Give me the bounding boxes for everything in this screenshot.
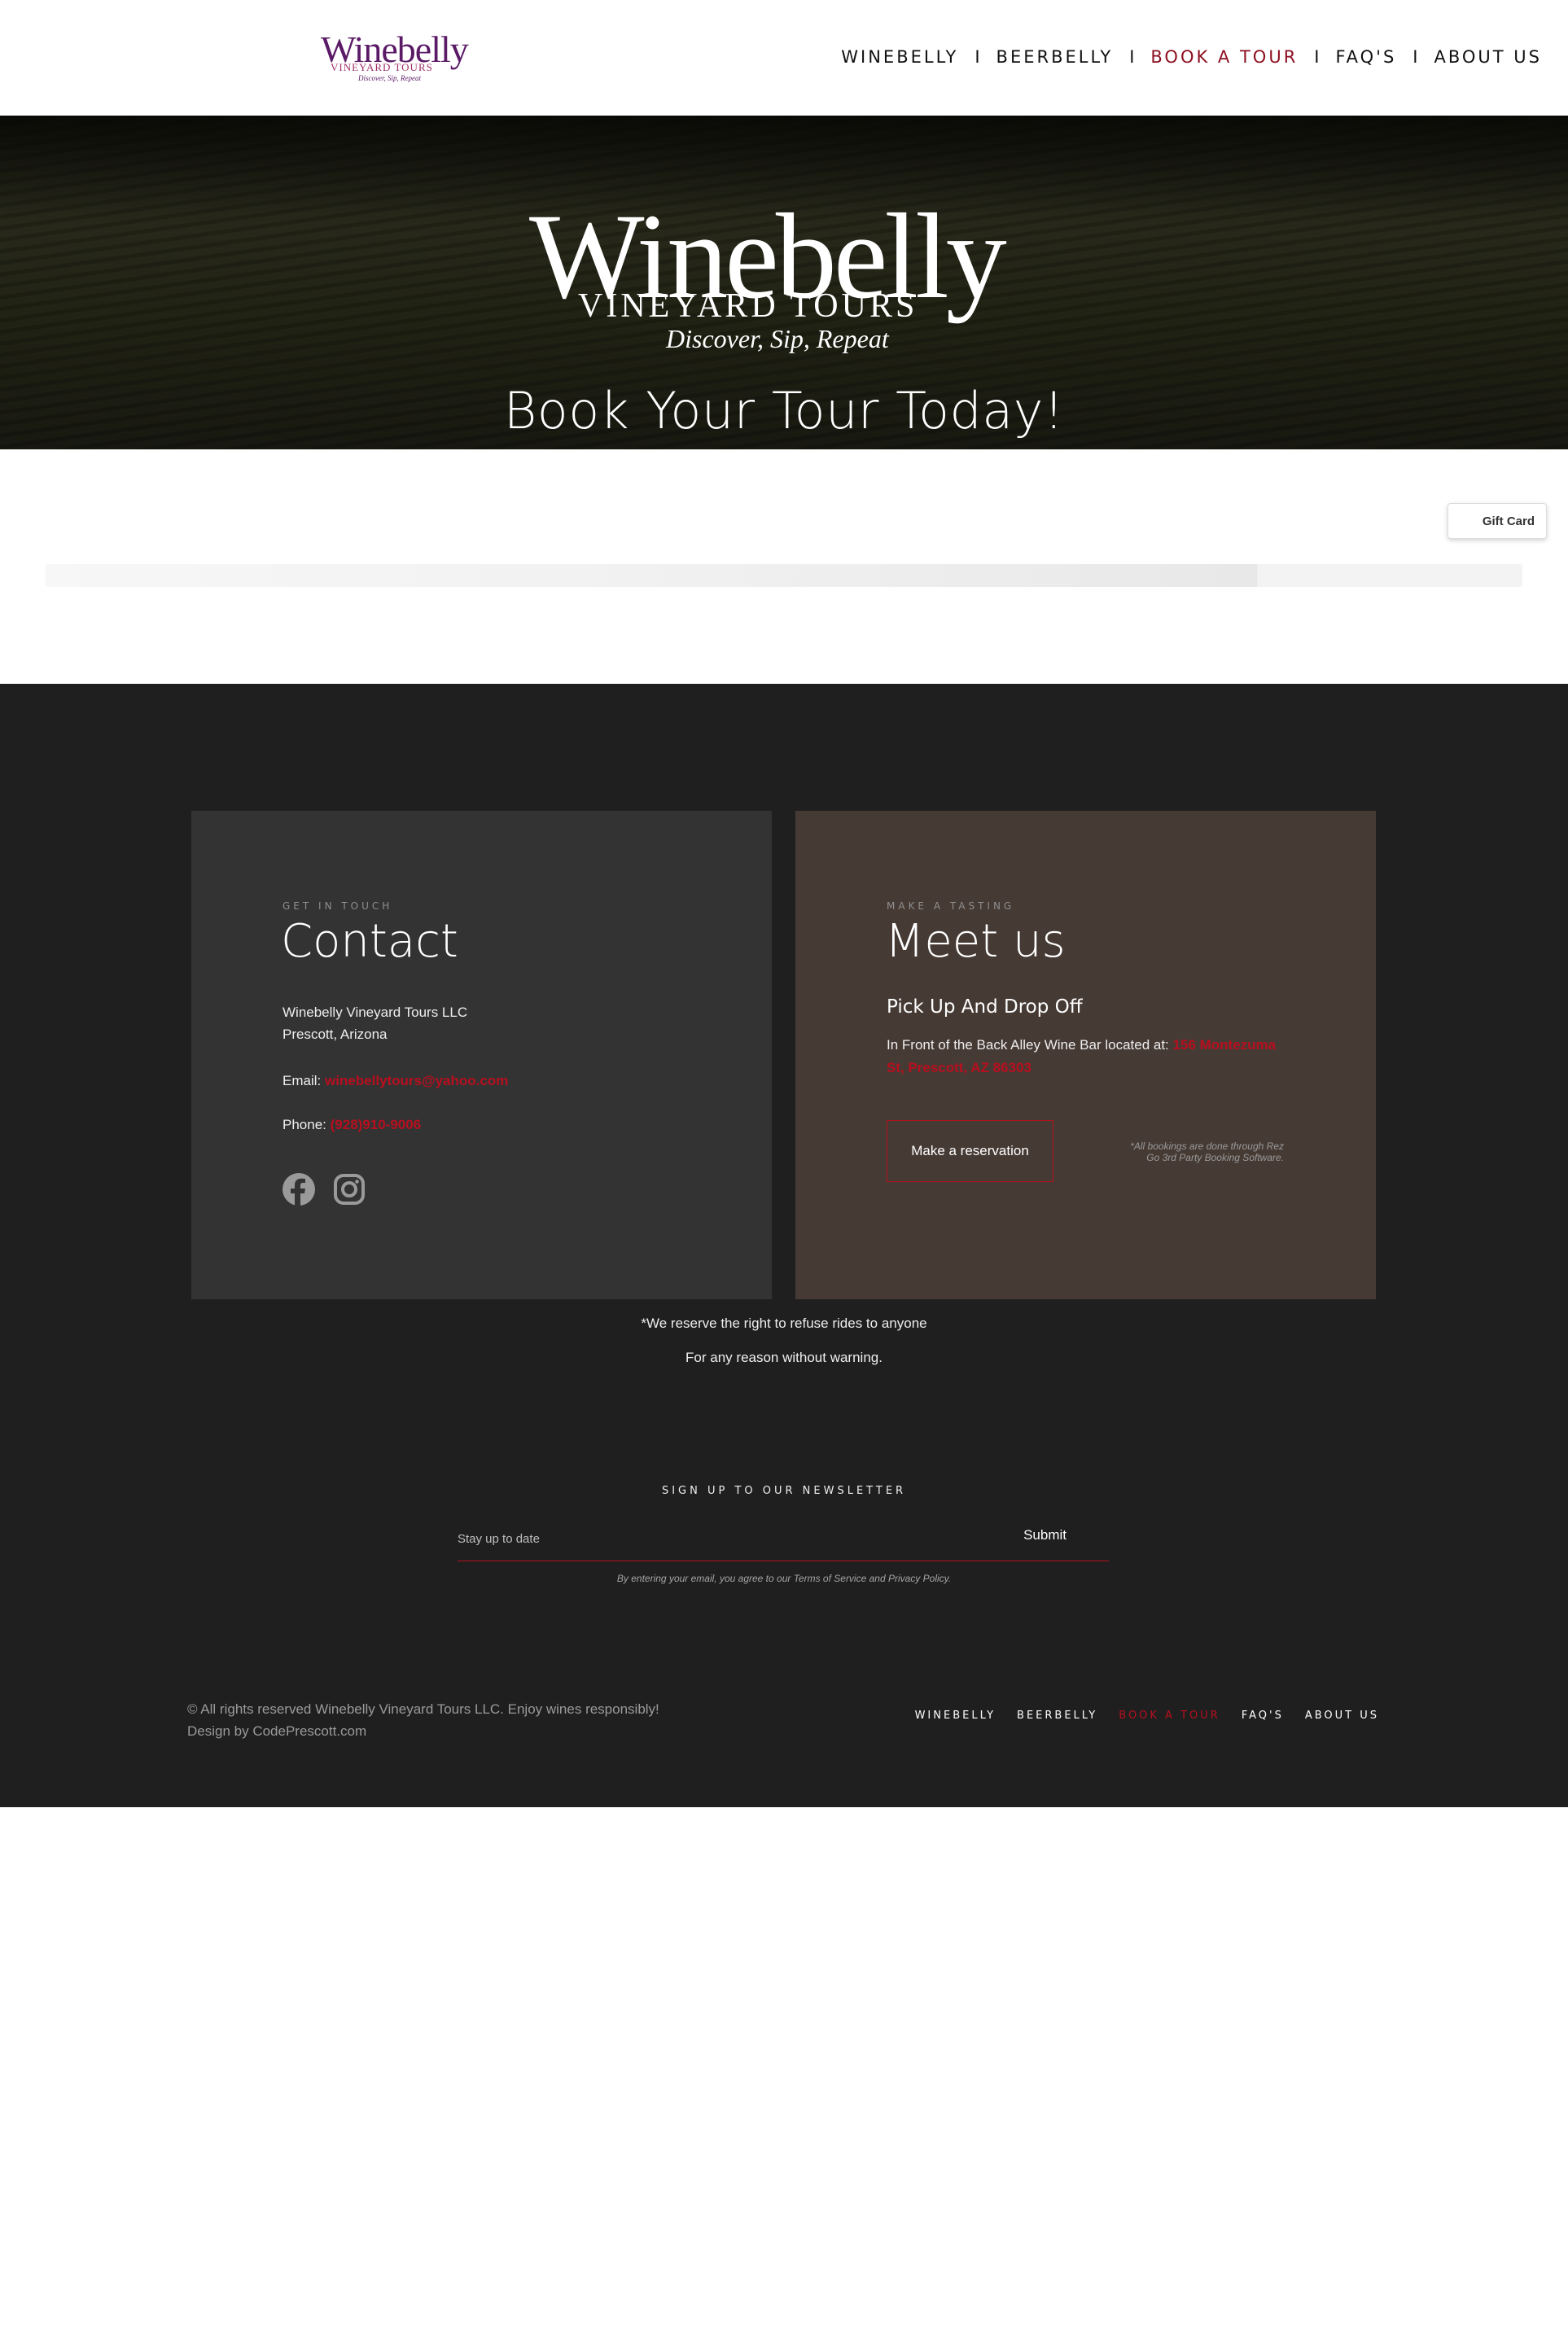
contact-eyebrow: GET IN TOUCH	[283, 900, 393, 912]
nav-beerbelly[interactable]: BEERBELLY	[996, 47, 1114, 67]
nav-separator: I	[1129, 47, 1135, 67]
hero-logo: Winebelly VINEYARD TOURS Discover, Sip, …	[529, 195, 1042, 358]
copyright-text: © All rights reserved Winebelly Vineyard…	[187, 1701, 659, 1717]
meet-eyebrow: MAKE A TASTING	[887, 900, 1015, 912]
pickup-text: In Front of the Back Alley Wine Bar loca…	[887, 1034, 1294, 1079]
company-location: Prescott, Arizona	[283, 1027, 388, 1042]
footer-nav-book-a-tour[interactable]: BOOK A TOUR	[1119, 1710, 1220, 1722]
nav-book-a-tour[interactable]: BOOK A TOUR	[1150, 47, 1298, 67]
facebook-icon[interactable]	[283, 1173, 315, 1206]
hero-banner: Winebelly VINEYARD TOURS Discover, Sip, …	[0, 116, 1568, 449]
email-link[interactable]: winebellytours@yahoo.com	[325, 1073, 508, 1088]
nav-separator: I	[1413, 47, 1418, 67]
logo-sub-text: VINEYARD TOURS	[331, 61, 433, 73]
contact-address: Winebelly Vineyard Tours LLC Prescott, A…	[283, 1001, 467, 1045]
pickup-description: In Front of the Back Alley Wine Bar loca…	[887, 1037, 1169, 1053]
contact-card: GET IN TOUCH Contact Winebelly Vineyard …	[191, 811, 772, 1299]
refuse-notice-line2: For any reason without warning.	[685, 1350, 883, 1365]
social-links	[283, 1173, 366, 1206]
make-reservation-button[interactable]: Make a reservation	[887, 1120, 1053, 1182]
footer-nav-faqs[interactable]: FAQ'S	[1242, 1710, 1284, 1722]
footer-nav-about-us[interactable]: ABOUT US	[1305, 1710, 1379, 1722]
phone-label: Phone:	[283, 1117, 326, 1132]
footer-section: GET IN TOUCH Contact Winebelly Vineyard …	[0, 684, 1568, 1807]
contact-title: Contact	[281, 915, 458, 968]
nav-winebelly[interactable]: WINEBELLY	[841, 47, 958, 67]
newsletter-email-input[interactable]	[458, 1522, 946, 1555]
nav-separator: I	[975, 47, 980, 67]
design-credit[interactable]: Design by CodePrescott.com	[187, 1720, 659, 1742]
phone-link[interactable]: (928)910-9006	[331, 1117, 422, 1132]
contact-phone: Phone: (928)910-9006	[283, 1117, 421, 1133]
booking-note: *All bookings are done through Rez Go 3r…	[1130, 1140, 1284, 1163]
meet-title: Meet us	[885, 915, 1066, 968]
newsletter-form: Submit	[458, 1522, 1109, 1561]
nav-faqs[interactable]: FAQ'S	[1336, 47, 1397, 67]
nav-separator: I	[1314, 47, 1320, 67]
meet-card: MAKE A TASTING Meet us Pick Up And Drop …	[795, 811, 1376, 1299]
footer-nav-winebelly[interactable]: WINEBELLY	[915, 1710, 996, 1722]
copyright-block: © All rights reserved Winebelly Vineyard…	[187, 1698, 659, 1742]
hero-logo-sub: VINEYARD TOURS	[578, 287, 918, 325]
gift-card-button[interactable]: Gift Card	[1448, 503, 1547, 539]
main-nav: WINEBELLY I BEERBELLY I BOOK A TOUR I FA…	[841, 47, 1542, 67]
newsletter-label: SIGN UP TO OUR NEWSLETTER	[661, 1485, 907, 1497]
refuse-notice-line1: *We reserve the right to refuse rides to…	[641, 1316, 927, 1331]
site-header: Winebelly VINEYARD TOURS Discover, Sip, …	[0, 0, 1568, 116]
booking-widget-loader	[46, 564, 1522, 587]
site-logo[interactable]: Winebelly VINEYARD TOURS Discover, Sip, …	[318, 28, 469, 85]
pickup-heading: Pick Up And Drop Off	[887, 996, 1083, 1018]
footer-nav: WINEBELLY BEERBELLY BOOK A TOUR FAQ'S AB…	[915, 1710, 1379, 1722]
newsletter-terms: By entering your email, you agree to our…	[616, 1573, 952, 1584]
newsletter-submit-button[interactable]: Submit	[1023, 1527, 1067, 1543]
company-name: Winebelly Vineyard Tours LLC	[283, 1005, 468, 1020]
instagram-icon[interactable]	[333, 1173, 366, 1206]
email-label: Email:	[283, 1073, 322, 1088]
hero-title: Book Your Tour Today!	[503, 381, 1065, 440]
logo-tagline: Discover, Sip, Repeat	[358, 74, 421, 82]
nav-about-us[interactable]: ABOUT US	[1434, 47, 1542, 67]
contact-email: Email: winebellytours@yahoo.com	[283, 1073, 508, 1089]
footer-nav-beerbelly[interactable]: BEERBELLY	[1017, 1710, 1097, 1722]
hero-logo-tagline: Discover, Sip, Repeat	[666, 324, 889, 353]
